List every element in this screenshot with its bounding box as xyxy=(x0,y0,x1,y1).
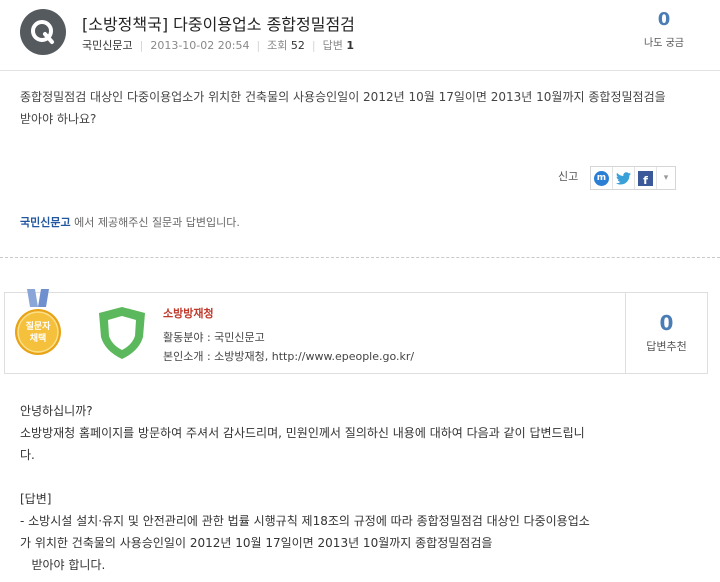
answer-header: 질문자 채택 소방방재청 활동분야 : 국민신문고 본인소개 : 소방방재청, … xyxy=(4,289,708,374)
recommend-count: 0 xyxy=(659,311,674,335)
question-header: [소방정책국] 다중이용업소 종합정밀점검 국민신문고 | 2013-10-02 2… xyxy=(0,0,720,70)
curious-button[interactable]: 0 나도 궁금 xyxy=(634,9,694,49)
question-author[interactable]: 국민신문고 xyxy=(82,39,133,52)
source-link[interactable]: 국민신문고 xyxy=(20,216,71,229)
recommend-button[interactable]: 0 답변추천 xyxy=(626,293,707,373)
answer-line: 다. xyxy=(20,448,35,462)
question-icon xyxy=(20,9,66,55)
question-meta: 국민신문고 | 2013-10-02 20:54 | 조회 52 | 답변 1 xyxy=(82,39,355,52)
answers-label: 답변 xyxy=(322,39,343,52)
answer-line: 소방방재청 홈페이지를 방문하여 주셔서 감사드리며, 민원인께서 질의하신 내… xyxy=(20,426,585,440)
curious-label: 나도 궁금 xyxy=(644,38,684,49)
question-body: 종합정밀점검 대상인 다중이용업소가 위치한 건축물의 사용승인일이 2012년… xyxy=(20,86,700,130)
answers-count: 1 xyxy=(346,39,355,52)
share-buttons: m f ▾ xyxy=(590,166,676,190)
svg-text:질문자: 질문자 xyxy=(26,320,52,332)
question-date: 2013-10-02 20:54 xyxy=(150,39,250,52)
views-count: 52 xyxy=(290,39,305,52)
views-label: 조회 xyxy=(267,39,288,52)
answer-line: 안녕하십니까? xyxy=(20,404,93,418)
source-notice: 국민신문고 에서 제공해주신 질문과 답변입니다. xyxy=(20,214,240,230)
answerer-avatar[interactable] xyxy=(89,303,155,363)
question-title: [소방정책국] 다중이용업소 종합정밀점검 xyxy=(82,15,355,34)
answer-line xyxy=(20,466,690,488)
section-divider xyxy=(0,257,720,258)
question-body-line: 받아야 하나요? xyxy=(20,112,97,126)
answer-body: 안녕하십니까? 소방방재청 홈페이지를 방문하여 주셔서 감사드리며, 민원인께… xyxy=(20,400,690,576)
source-notice-text: 에서 제공해주신 질문과 답변입니다. xyxy=(70,216,240,229)
answer-line: 받아야 합니다. xyxy=(20,558,106,572)
answer-line: [답변] xyxy=(20,492,52,506)
header-divider xyxy=(0,70,720,71)
answerer-field: 활동분야 : 국민신문고 xyxy=(163,331,265,344)
facebook-icon[interactable]: f xyxy=(635,167,657,189)
curious-count: 0 xyxy=(657,9,671,30)
report-link[interactable]: 신고 xyxy=(558,168,578,184)
answerer-name[interactable]: 소방방재청 xyxy=(163,305,214,321)
question-body-line: 종합정밀점검 대상인 다중이용업소가 위치한 건축물의 사용승인일이 2012년… xyxy=(20,90,666,104)
twitter-icon[interactable] xyxy=(613,167,635,189)
answer-line: 가 위치한 건축물의 사용승인일이 2012년 10월 17일이면 2013년 … xyxy=(20,536,493,550)
me2day-icon[interactable]: m xyxy=(591,167,613,189)
answer-line: - 소방시설 설치·유지 및 안전관리에 관한 법률 시행규칙 제18조의 규정… xyxy=(20,514,590,528)
svg-text:채택: 채택 xyxy=(30,332,47,344)
more-dropdown-icon[interactable]: ▾ xyxy=(657,167,675,189)
selected-medal-icon: 질문자 채택 xyxy=(13,289,63,369)
answerer-intro: 본인소개 : 소방방재청, http://www.epeople.go.kr/ xyxy=(163,350,415,363)
recommend-label: 답변추천 xyxy=(646,340,687,353)
